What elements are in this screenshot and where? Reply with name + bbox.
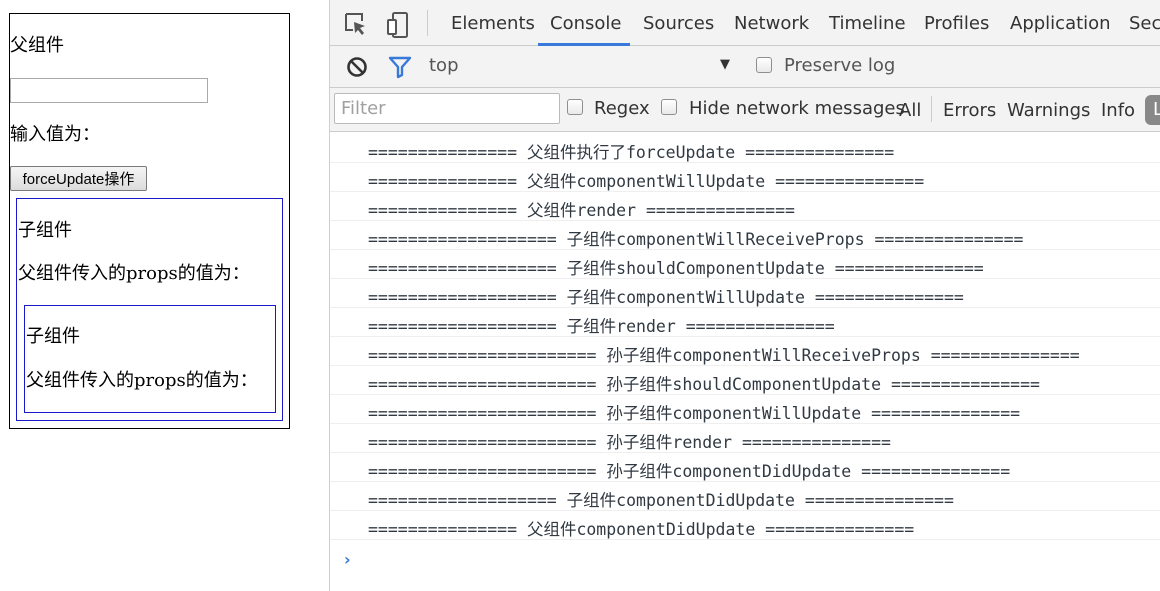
preserve-log-label: Preserve log [784,55,896,76]
devtools-tabbar: Elements Console Sources Network Timelin… [330,0,1160,46]
level-info[interactable]: Info [1101,100,1135,121]
console-message: ======================= 孙子组件render =====… [330,424,1160,453]
grandchild-title: 子组件 [26,326,80,347]
console-message-text: =============== 父组件执行了forceUpdate ======… [368,143,895,162]
dropdown-arrow-icon[interactable]: ▼ [720,57,730,72]
console-message-text: ======================= 孙子组件shouldCompon… [368,375,1040,394]
child-props-label: 父组件传入的props的值为： [18,263,250,284]
grandchild-props-label: 父组件传入的props的值为： [26,370,258,391]
console-message-text: =================== 子组件shouldComponentUp… [368,259,984,278]
parent-title: 父组件 [10,35,64,56]
grandchild-component-box [24,305,276,413]
regex-label: Regex [594,98,650,119]
console-toolbar: top ▼ Preserve log [330,46,1160,88]
level-logs[interactable]: Lo [1145,95,1160,125]
console-message: =================== 子组件render ==========… [330,308,1160,337]
console-message: ======================= 孙子组件componentDid… [330,453,1160,482]
console-message: ======================= 孙子组件shouldCompon… [330,366,1160,395]
device-toolbar-icon[interactable] [386,12,410,42]
tab-timeline[interactable]: Timeline [829,13,906,34]
console-message: =============== 父组件componentDidUpdate ==… [330,511,1160,540]
filter-funnel-icon[interactable] [388,55,412,83]
console-message: ======================= 孙子组件componentWil… [330,337,1160,366]
console-message-text: ======================= 孙子组件render =====… [368,433,891,452]
console-message: =============== 父组件render ==============… [330,192,1160,221]
console-filterbar: Regex Hide network messages All Errors W… [330,88,1160,132]
console-message-text: =================== 子组件componentDidUpdat… [368,491,954,510]
parent-text-input[interactable] [10,78,208,103]
tab-security[interactable]: Secu [1129,13,1160,34]
hide-network-label: Hide network messages [689,98,905,119]
console-message: =================== 子组件componentWillRece… [330,221,1160,250]
regex-checkbox[interactable] [567,99,583,115]
level-all[interactable]: All [899,100,921,121]
level-errors[interactable]: Errors [943,100,996,121]
child-title: 子组件 [18,220,72,241]
page-viewport: 父组件 输入值为： forceUpdate操作 子组件 父组件传入的props的… [0,0,330,591]
devtools-panel: Elements Console Sources Network Timelin… [329,0,1160,591]
console-output: =============== 父组件执行了forceUpdate ======… [330,134,1160,591]
hide-network-checkbox[interactable] [661,99,677,115]
console-message: ======================= 孙子组件componentWil… [330,395,1160,424]
tab-profiles[interactable]: Profiles [924,13,989,34]
console-message-text: =============== 父组件componentDidUpdate ==… [368,520,915,539]
console-message-text: ======================= 孙子组件componentDid… [368,462,1011,481]
tab-network[interactable]: Network [734,13,809,34]
console-message-text: =============== 父组件render ==============… [368,201,795,220]
console-message: =================== 子组件componentDidUpdat… [330,482,1160,511]
level-warnings[interactable]: Warnings [1007,100,1090,121]
console-message: =================== 子组件shouldComponentUp… [330,250,1160,279]
console-message: =================== 子组件componentWillUpda… [330,279,1160,308]
preserve-log-checkbox[interactable] [756,57,772,73]
context-selector[interactable]: top [429,55,459,76]
console-message-text: ======================= 孙子组件componentWil… [368,346,1080,365]
tab-sources[interactable]: Sources [643,13,714,34]
tab-elements[interactable]: Elements [451,13,535,34]
console-message-text: ======================= 孙子组件componentWil… [368,404,1021,423]
console-prompt-icon[interactable]: › [344,550,351,569]
console-message-text: =================== 子组件componentWillUpda… [368,288,964,307]
level-divider [931,96,932,122]
console-message: =============== 父组件componentWillUpdate =… [330,163,1160,192]
console-message-text: =================== 子组件render ==========… [368,317,835,336]
console-message-text: =================== 子组件componentWillRece… [368,230,1024,249]
inspect-element-icon[interactable] [344,12,368,40]
tab-application[interactable]: Application [1010,13,1111,34]
filter-input[interactable] [334,93,560,124]
tab-console[interactable]: Console [550,13,621,34]
console-message-text: =============== 父组件componentWillUpdate =… [368,172,925,191]
tabbar-divider [427,10,428,36]
console-message: =============== 父组件执行了forceUpdate ======… [330,134,1160,163]
parent-input-label: 输入值为： [10,124,100,145]
clear-console-icon[interactable] [346,56,368,82]
force-update-button[interactable]: forceUpdate操作 [10,166,147,191]
